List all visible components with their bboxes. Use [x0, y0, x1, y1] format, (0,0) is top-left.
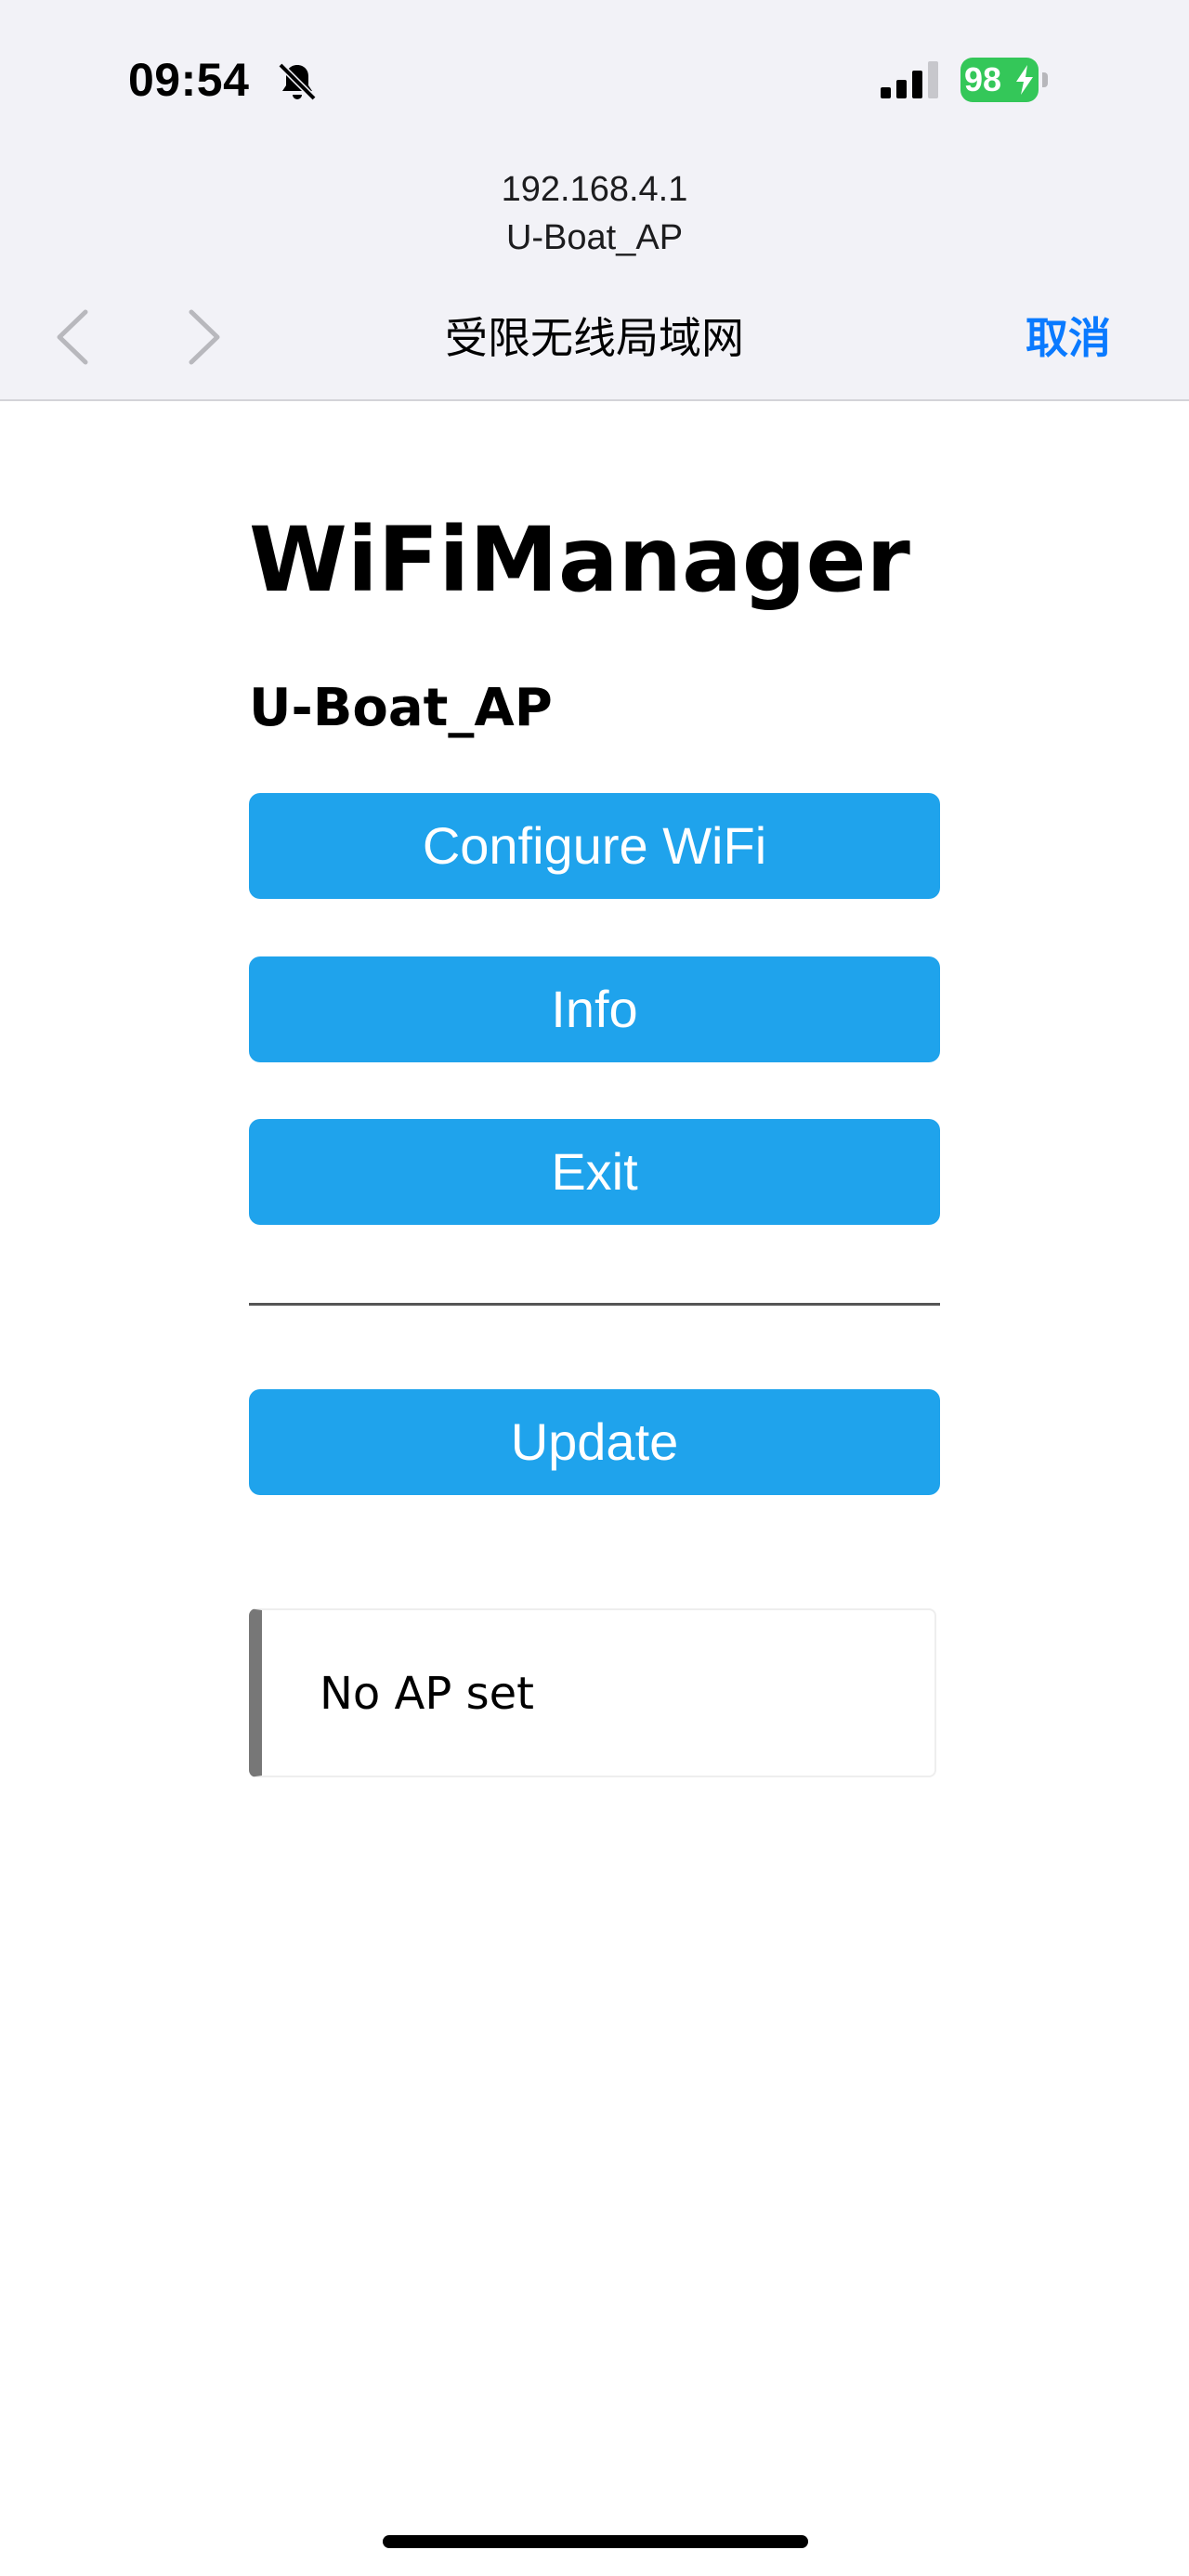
nav-title: 受限无线局域网	[445, 313, 744, 363]
portal-ip: 192.168.4.1	[501, 170, 688, 209]
divider	[249, 1303, 940, 1306]
configure-wifi-button[interactable]: Configure WiFi	[249, 793, 940, 899]
portal-ssid: U-Boat_AP	[505, 218, 684, 257]
page-title: WiFiManager	[249, 508, 910, 612]
cellular-signal-icon	[881, 61, 938, 98]
bolt-icon	[1016, 65, 1033, 95]
status-message-box: No AP set	[249, 1608, 936, 1777]
update-button[interactable]: Update	[249, 1389, 940, 1495]
chevron-left-icon[interactable]	[52, 306, 93, 368]
battery-charging-icon: 98	[960, 58, 1050, 102]
ap-name-heading: U-Boat_AP	[249, 678, 553, 738]
cancel-button[interactable]: 取消	[1026, 310, 1111, 366]
exit-button[interactable]: Exit	[249, 1119, 940, 1225]
home-indicator[interactable]	[383, 2535, 808, 2548]
captive-portal-header: 09:54 98 192.168.4.1 U-Boat_AP 受限无线局域网 取…	[0, 0, 1189, 401]
chevron-right-icon[interactable]	[184, 306, 225, 368]
bell-slash-icon	[278, 62, 317, 101]
status-message: No AP set	[320, 1668, 534, 1720]
battery-percent: 98	[964, 60, 1002, 98]
info-button[interactable]: Info	[249, 956, 940, 1062]
status-time: 09:54	[128, 54, 250, 106]
